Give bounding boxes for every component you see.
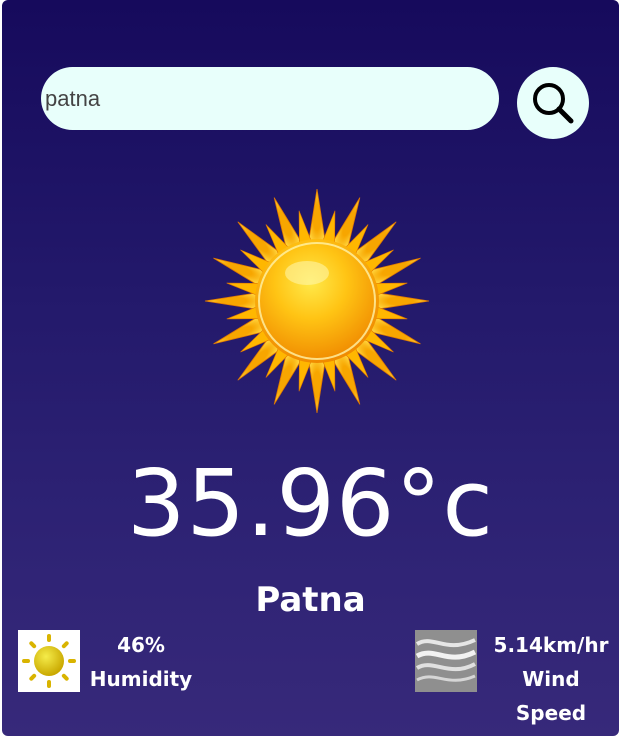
humidity-icon: [18, 630, 80, 692]
search-input[interactable]: [41, 67, 499, 130]
humidity-value: 46%: [117, 633, 165, 657]
search-bar: [41, 67, 499, 130]
wind-icon: [415, 630, 477, 692]
humidity-sun-icon: [22, 634, 76, 688]
weather-icon: [200, 186, 434, 416]
humidity-info: 46% Humidity: [88, 628, 194, 696]
search-button[interactable]: [517, 67, 589, 139]
wind-icon: [415, 630, 477, 692]
weather-card: 35.96°c Patna 46% Humid: [2, 0, 619, 736]
wind-value: 5.14km/hr: [493, 633, 609, 657]
wind-info: 5.14km/hr Wind Speed: [486, 628, 616, 730]
sun-icon: [204, 188, 430, 414]
wind-label: Wind Speed: [515, 667, 587, 725]
city-name: Patna: [255, 580, 366, 620]
temperature: 35.96°c: [127, 450, 494, 557]
humidity-label: Humidity: [89, 667, 193, 691]
search-icon: [533, 83, 574, 124]
